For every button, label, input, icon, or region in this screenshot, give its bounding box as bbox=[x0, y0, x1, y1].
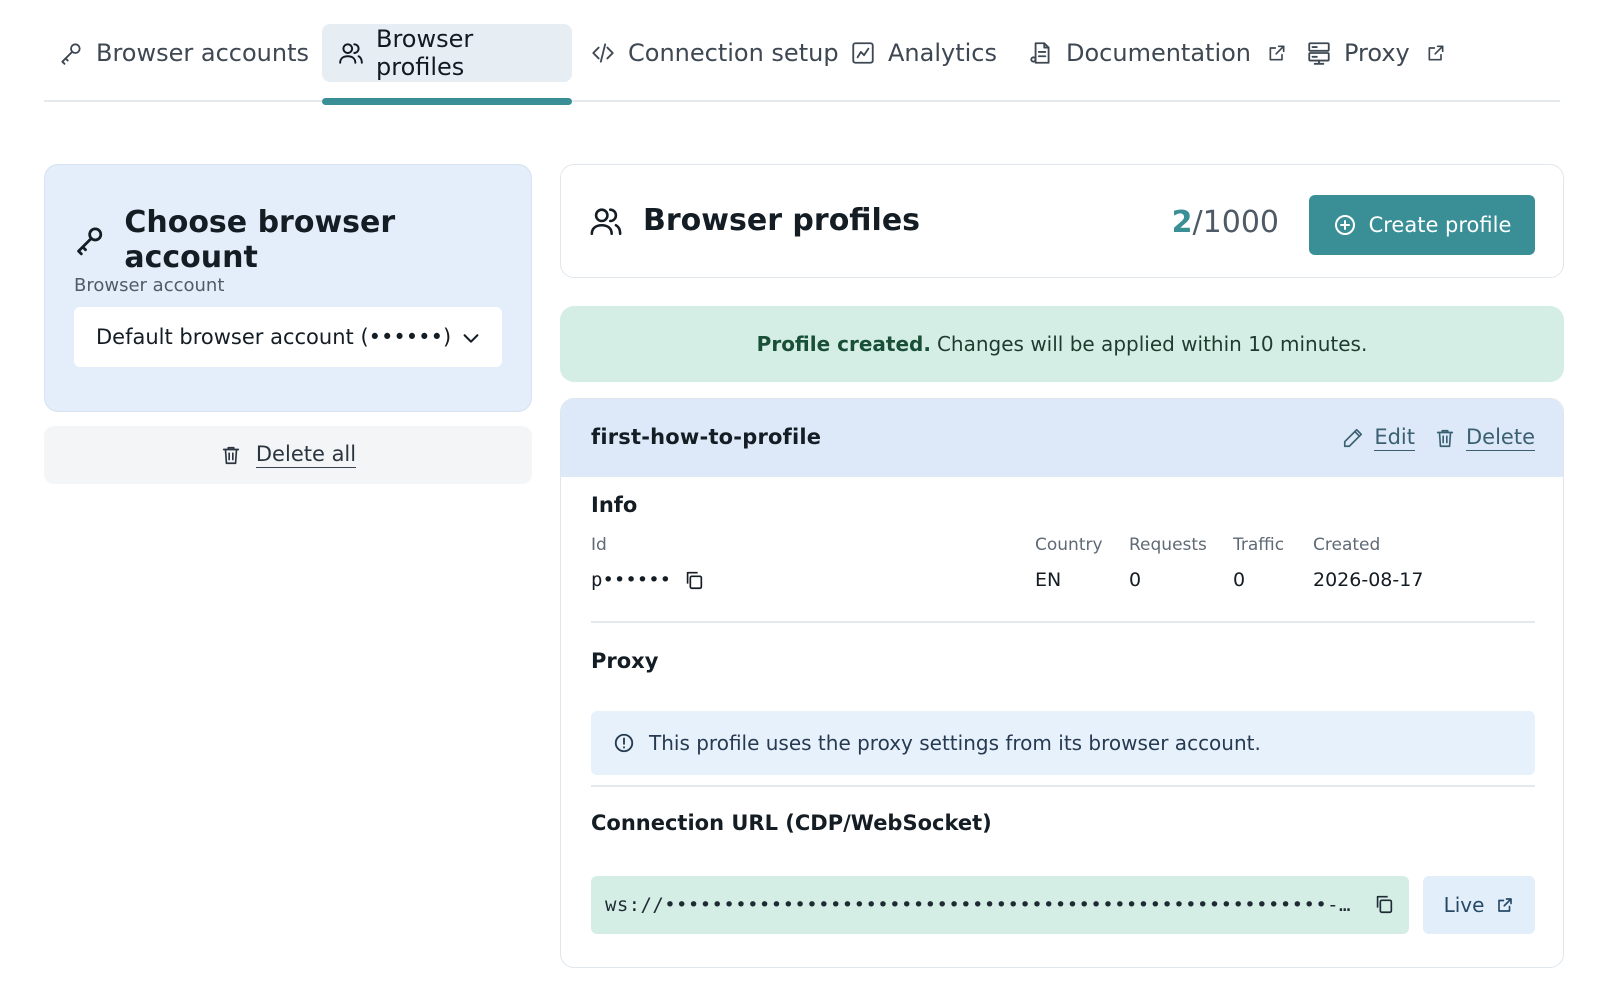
requests-value: 0 bbox=[1129, 569, 1142, 591]
delete-label: Delete bbox=[1466, 425, 1535, 452]
profile-count: 2/1000 bbox=[1172, 205, 1279, 240]
live-button[interactable]: Live bbox=[1423, 876, 1535, 934]
proxy-info-notice: This profile uses the proxy settings fro… bbox=[591, 711, 1535, 775]
traffic-value: 0 bbox=[1233, 569, 1246, 591]
panel-title: Choose browser account bbox=[73, 205, 531, 275]
tab-label: Browser profiles bbox=[376, 25, 474, 81]
panel-title-text: Choose browser account bbox=[124, 205, 396, 275]
key-icon bbox=[77, 227, 103, 256]
country-value: EN bbox=[1035, 569, 1062, 591]
top-tab-bar: Browser accounts Browser profiles Connec… bbox=[44, 24, 1560, 102]
success-banner: Profile created. Changes will be applied… bbox=[560, 306, 1564, 382]
tab-label: Connection setup bbox=[628, 39, 839, 67]
proxy-section-title: Proxy bbox=[591, 649, 659, 673]
tab-label: Documentation bbox=[1066, 39, 1252, 67]
document-icon bbox=[1030, 42, 1050, 64]
external-link-icon bbox=[1269, 45, 1285, 61]
country-label: Country bbox=[1035, 535, 1103, 555]
create-profile-button[interactable]: Create profile bbox=[1309, 195, 1535, 255]
profiles-header-card: Browser profiles 2/1000 Create profile bbox=[560, 164, 1564, 278]
tab-label: Browser accounts bbox=[96, 39, 309, 67]
profile-count-max: /1000 bbox=[1192, 205, 1279, 240]
key-icon bbox=[61, 43, 81, 65]
tab-connection-setup[interactable]: Connection setup bbox=[590, 24, 839, 82]
info-country: Country EN bbox=[1035, 535, 1103, 591]
connection-url-value: ws://•••••••••••••••••••••••••••••••••••… bbox=[605, 894, 1351, 916]
created-label: Created bbox=[1313, 535, 1381, 555]
info-created: Created 2026-08-17 bbox=[1313, 535, 1423, 591]
connection-url-title: Connection URL (CDP/WebSocket) bbox=[591, 811, 992, 835]
tab-bar-divider bbox=[44, 100, 1560, 102]
created-value: 2026-08-17 bbox=[1313, 569, 1424, 591]
profile-name: first-how-to-profile bbox=[591, 425, 822, 449]
external-link-icon bbox=[1498, 898, 1513, 912]
id-label: Id bbox=[591, 535, 607, 555]
delete-all-button[interactable]: Delete all bbox=[44, 426, 532, 484]
info-section-title: Info bbox=[591, 493, 638, 517]
profiles-title-text: Browser profiles bbox=[643, 203, 921, 238]
connection-url-field[interactable]: ws://•••••••••••••••••••••••••••••••••••… bbox=[591, 876, 1409, 934]
chart-icon bbox=[852, 42, 874, 64]
profile-card: first-how-to-profile Edit Delete Info Id… bbox=[560, 398, 1564, 968]
id-value: p•••••• bbox=[591, 569, 672, 591]
tab-browser-profiles[interactable]: Browser profiles bbox=[322, 24, 572, 82]
delete-profile-button[interactable]: Delete bbox=[1434, 425, 1535, 452]
tab-label: Proxy bbox=[1344, 39, 1410, 67]
banner-bold-text: Profile created. bbox=[756, 332, 931, 356]
external-link-icon bbox=[1428, 45, 1444, 61]
profile-count-current: 2 bbox=[1171, 205, 1193, 240]
create-profile-label: Create profile bbox=[1368, 213, 1512, 237]
users-icon bbox=[590, 207, 622, 235]
code-icon bbox=[592, 43, 614, 63]
plus-circle-icon bbox=[1334, 215, 1355, 235]
users-icon bbox=[339, 43, 363, 64]
active-tab-indicator bbox=[322, 98, 572, 105]
trash-icon bbox=[1436, 429, 1454, 448]
info-traffic: Traffic 0 bbox=[1233, 535, 1284, 591]
info-requests: Requests 0 bbox=[1129, 535, 1207, 591]
chevron-down-icon bbox=[463, 334, 479, 343]
trash-icon bbox=[222, 446, 240, 465]
pencil-icon bbox=[1344, 429, 1363, 448]
tab-browser-accounts[interactable]: Browser accounts bbox=[58, 24, 309, 82]
info-circle-icon bbox=[614, 733, 634, 753]
browser-account-select[interactable]: Default browser account (••••••) bbox=[74, 307, 502, 367]
live-label: Live bbox=[1443, 893, 1485, 917]
tab-documentation[interactable]: Documentation bbox=[1028, 24, 1287, 82]
copy-icon[interactable] bbox=[683, 569, 705, 591]
profile-card-header: first-how-to-profile Edit Delete bbox=[561, 399, 1563, 477]
copy-icon[interactable] bbox=[1373, 893, 1395, 915]
server-icon bbox=[1308, 42, 1330, 65]
info-id: Id p•••••• bbox=[591, 535, 705, 591]
browser-account-panel: Choose browser account Browser account D… bbox=[44, 164, 532, 412]
tab-label: Analytics bbox=[888, 39, 997, 67]
selected-account-value: Default browser account (••••••) bbox=[96, 325, 452, 349]
requests-label: Requests bbox=[1129, 535, 1207, 555]
delete-all-label: Delete all bbox=[255, 442, 357, 469]
tab-proxy[interactable]: Proxy bbox=[1306, 24, 1446, 82]
tab-analytics[interactable]: Analytics bbox=[850, 24, 997, 82]
traffic-label: Traffic bbox=[1233, 535, 1285, 555]
proxy-notice-text: This profile uses the proxy settings fro… bbox=[649, 731, 1261, 755]
section-divider bbox=[591, 785, 1535, 787]
section-divider bbox=[591, 621, 1535, 623]
banner-text: Changes will be applied within 10 minute… bbox=[936, 332, 1368, 356]
id-value-row: p•••••• bbox=[591, 569, 705, 591]
profiles-title: Browser profiles bbox=[589, 203, 920, 238]
browser-account-label: Browser account bbox=[74, 275, 225, 296]
edit-profile-button[interactable]: Edit bbox=[1342, 425, 1415, 452]
edit-label: Edit bbox=[1374, 425, 1415, 452]
